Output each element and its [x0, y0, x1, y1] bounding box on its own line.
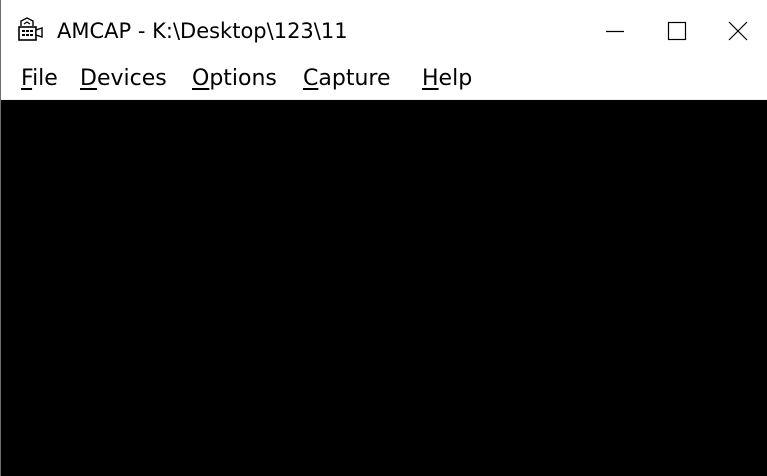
menu-options[interactable]: Options: [192, 64, 277, 94]
maximize-icon: [667, 21, 687, 41]
menu-help[interactable]: Help: [422, 64, 472, 94]
menu-file[interactable]: File: [21, 64, 58, 94]
menu-devices-mnemonic: D: [80, 66, 97, 91]
close-button[interactable]: [707, 0, 767, 62]
maximize-button[interactable]: [646, 0, 708, 62]
menu-help-mnemonic: H: [422, 66, 439, 91]
video-preview-area[interactable]: [1, 100, 767, 476]
window-title: AMCAP - K:\Desktop\123\11: [57, 19, 348, 43]
title-bar[interactable]: AMCAP - K:\Desktop\123\11: [1, 0, 767, 62]
amcap-window: AMCAP - K:\Desktop\123\11 File Devices O…: [0, 0, 767, 476]
menu-options-label: ptions: [209, 66, 277, 91]
menu-capture-mnemonic: C: [303, 66, 319, 91]
menu-capture[interactable]: Capture: [303, 64, 391, 94]
menu-help-label: elp: [438, 66, 473, 91]
menu-capture-label: apture: [318, 66, 391, 91]
menu-devices-label: evices: [96, 66, 167, 91]
menu-file-mnemonic: F: [21, 66, 33, 91]
menu-file-label: ile: [32, 66, 58, 91]
menu-options-mnemonic: O: [192, 66, 210, 91]
close-icon: [728, 21, 748, 41]
menu-bar: File Devices Options Capture Help: [1, 62, 767, 100]
minimize-button[interactable]: [584, 0, 646, 62]
menu-devices[interactable]: Devices: [80, 64, 167, 94]
amcap-camera-icon[interactable]: [18, 17, 44, 45]
minimize-icon: [606, 30, 624, 33]
